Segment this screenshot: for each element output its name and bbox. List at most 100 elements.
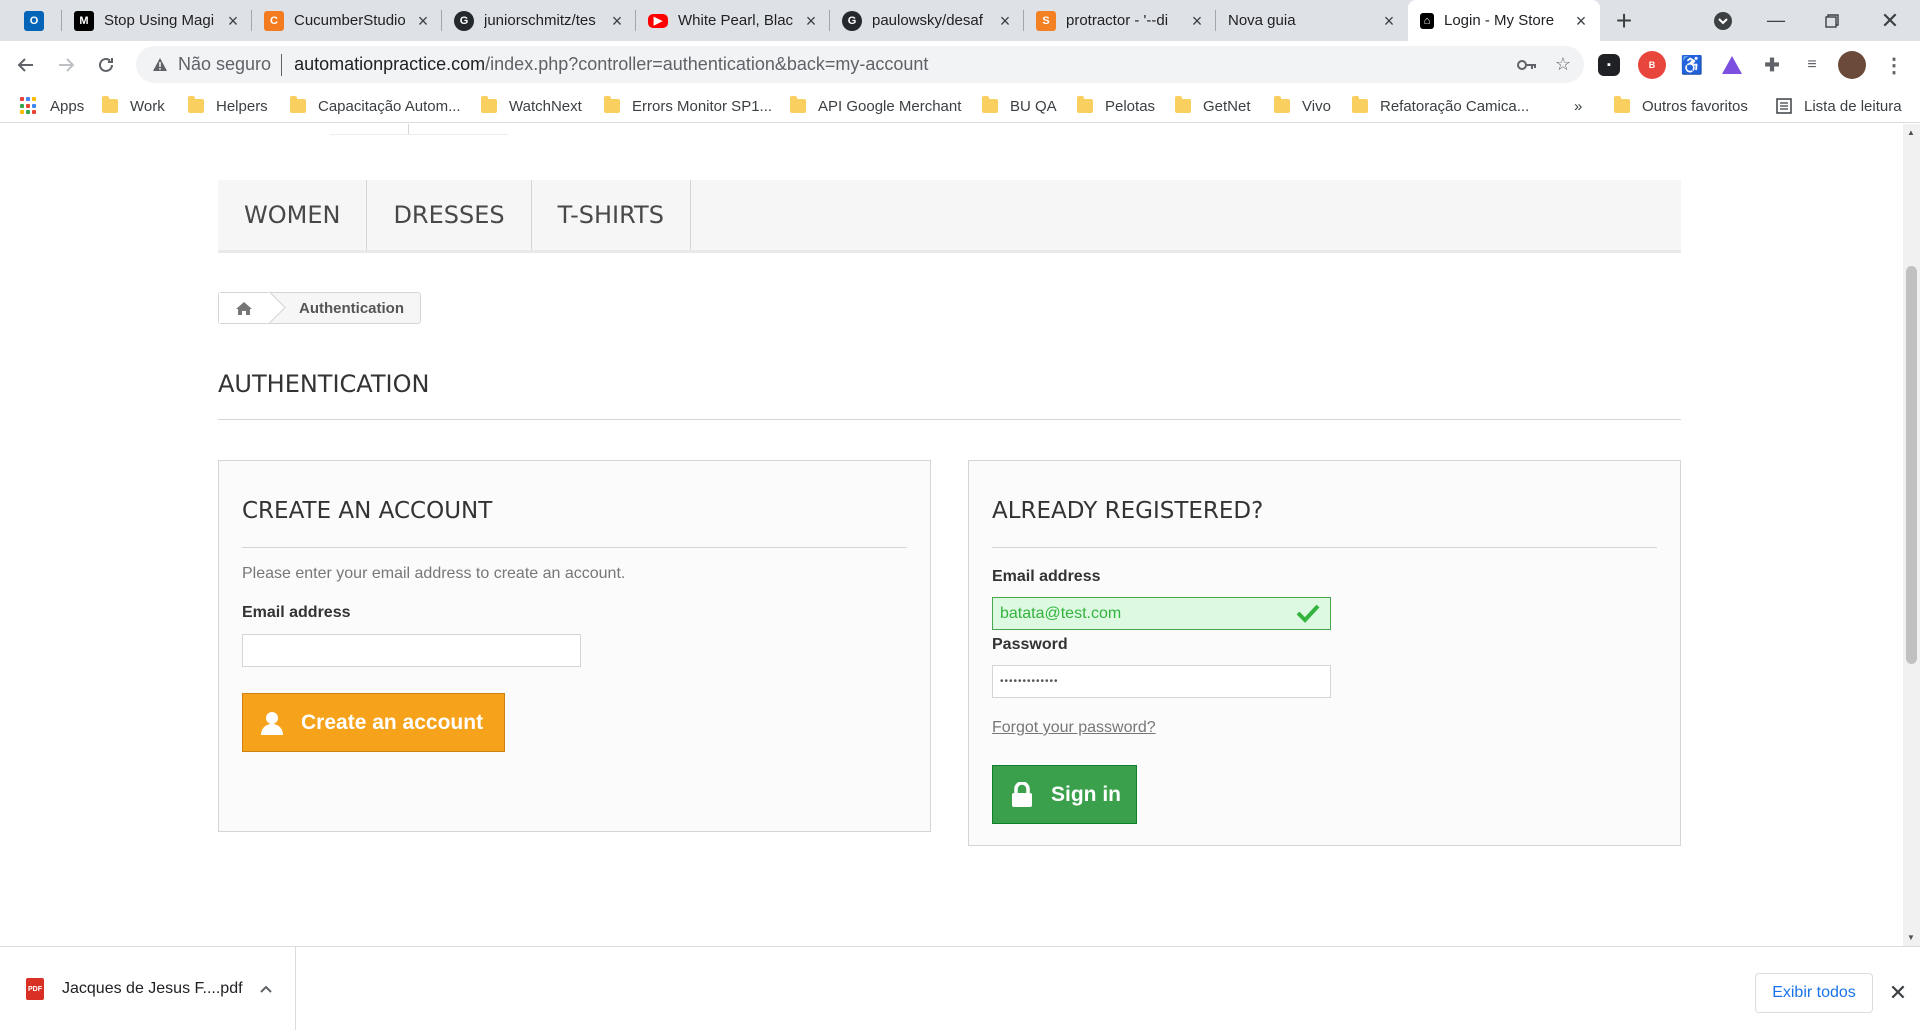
arrow-right-icon (59, 58, 75, 72)
folder-icon (1077, 96, 1093, 113)
create-account-button-label: Create an account (301, 710, 484, 734)
extension-badge-icon[interactable]: B (1638, 51, 1666, 79)
tab-outlook[interactable]: O (12, 0, 62, 41)
media-control-icon[interactable]: ≡ (1798, 51, 1826, 79)
bookmark-folder[interactable]: Pelotas (1077, 94, 1155, 118)
scroll-down-arrow[interactable]: ▼ (1907, 933, 1915, 942)
back-button[interactable] (8, 47, 44, 83)
profile-avatar[interactable] (1838, 51, 1866, 79)
url-text[interactable]: automationpractice.com/index.php?control… (294, 54, 1512, 75)
bookmark-label: Pelotas (1105, 97, 1156, 115)
close-icon[interactable]: × (996, 12, 1014, 30)
chevron-down-icon (1714, 11, 1732, 30)
forgot-password-link[interactable]: Forgot your password? (992, 719, 1156, 737)
apps-grid-icon (20, 97, 38, 115)
page-scrollbar[interactable]: ▲ ▼ (1903, 124, 1920, 946)
tab-github-junior[interactable]: G juniorschmitz/tes × (442, 0, 636, 41)
download-item[interactable]: PDF Jacques de Jesus F....pdf (0, 947, 296, 1030)
bookmark-label: Apps (50, 97, 85, 115)
menu-item-women[interactable]: Women (218, 180, 368, 250)
main-menu: Women Dresses T-shirts (218, 180, 1681, 253)
email-label: Email address (242, 604, 351, 621)
create-account-hint: Please enter your email address to creat… (242, 565, 626, 582)
close-icon[interactable]: × (224, 12, 242, 30)
new-tab-button[interactable]: + (1606, 0, 1642, 41)
tab-stackoverflow[interactable]: S protractor - '--di × (1024, 0, 1216, 41)
bookmark-label: BU QA (1010, 97, 1057, 115)
github-icon: G (842, 10, 862, 31)
extension-tab-manager-icon[interactable]: ▪ (1598, 54, 1620, 76)
menu-item-dresses[interactable]: Dresses (367, 180, 532, 250)
folder-icon (290, 96, 306, 113)
tab-login-my-store[interactable]: ⌂ Login - My Store × (1408, 0, 1600, 41)
bookmark-folder[interactable]: WatchNext (481, 94, 582, 118)
create-account-email-input[interactable] (242, 634, 581, 667)
bookmark-folder[interactable]: GetNet (1175, 94, 1251, 118)
breadcrumb-current: Authentication (299, 299, 404, 317)
scrollbar-thumb[interactable] (1906, 266, 1917, 664)
lock-icon (993, 766, 1051, 823)
folder-icon (102, 96, 118, 113)
address-bar[interactable]: Não seguro automationpractice.com/index.… (136, 46, 1584, 83)
close-download-bar-button[interactable]: ✕ (1886, 980, 1910, 1005)
bookmark-folder[interactable]: Refatoração Camica... (1352, 94, 1529, 118)
create-account-heading: CREATE AN ACCOUNT (242, 498, 907, 548)
chrome-menu-icon[interactable]: ⋮ (1880, 51, 1908, 79)
bookmark-folder[interactable]: Work (102, 94, 165, 118)
extension-triangle-icon[interactable] (1718, 51, 1746, 79)
bookmark-folder[interactable]: BU QA (982, 94, 1057, 118)
tab-new-tab[interactable]: Nova guia × (1216, 0, 1408, 41)
forward-button[interactable] (48, 47, 84, 83)
login-password-input[interactable]: ••••••••••••• (992, 665, 1331, 698)
create-account-button[interactable]: Create an account (242, 693, 505, 752)
close-icon[interactable]: × (1572, 12, 1590, 30)
bookmarks-overflow-button[interactable]: » (1574, 94, 1582, 118)
bookmark-folder[interactable]: API Google Merchant (790, 94, 961, 118)
security-label[interactable]: Não seguro (178, 54, 271, 75)
arrow-left-icon (17, 58, 33, 72)
bookmark-folder[interactable]: Helpers (188, 94, 268, 118)
folder-icon (481, 96, 497, 113)
tab-title: protractor - '--di (1066, 12, 1169, 29)
mystore-icon: ⌂ (1420, 12, 1434, 29)
reading-list-button[interactable]: Lista de leitura (1776, 94, 1902, 118)
bookmark-folder[interactable]: Errors Monitor SP1... (604, 94, 772, 118)
tab-medium[interactable]: M Stop Using Magi × (62, 0, 252, 41)
close-icon[interactable]: × (1380, 12, 1398, 30)
bookmark-label: Capacitação Autom... (318, 97, 461, 115)
restore-button[interactable] (1812, 0, 1852, 41)
breadcrumb-home[interactable] (219, 293, 269, 323)
warning-icon[interactable] (152, 57, 168, 72)
bookmark-folder[interactable]: Vivo (1274, 94, 1331, 118)
chevron-up-icon[interactable] (259, 984, 273, 994)
key-icon[interactable] (1512, 50, 1542, 80)
reload-button[interactable] (88, 47, 124, 83)
tab-github-paulowsky[interactable]: G paulowsky/desaf × (830, 0, 1024, 41)
show-all-downloads-button[interactable]: Exibir todos (1755, 973, 1873, 1013)
minimize-button[interactable]: — (1756, 0, 1796, 41)
bookmark-folder[interactable]: Capacitação Autom... (290, 94, 461, 118)
scroll-up-arrow[interactable]: ▲ (1907, 128, 1915, 137)
url-domain: automationpractice.com (294, 54, 486, 74)
sign-in-button[interactable]: Sign in (992, 765, 1137, 824)
tab-search-button[interactable] (1708, 0, 1738, 41)
bookmark-label: API Google Merchant (818, 97, 962, 115)
close-icon[interactable]: × (608, 12, 626, 30)
tab-youtube[interactable]: ▶ White Pearl, Blac × (636, 0, 830, 41)
bookmark-label: GetNet (1203, 97, 1251, 115)
star-icon[interactable]: ☆ (1548, 50, 1578, 80)
tab-cucumberstudio[interactable]: C CucumberStudio × (252, 0, 442, 41)
login-email-input[interactable]: batata@test.com (992, 597, 1331, 630)
close-icon[interactable]: × (1188, 12, 1206, 30)
tab-title: Login - My Store (1444, 12, 1555, 29)
bookmark-other-favorites[interactable]: Outros favoritos (1614, 94, 1748, 118)
bookmark-apps[interactable]: Apps (20, 94, 84, 118)
close-icon[interactable]: × (802, 12, 820, 30)
close-window-button[interactable]: ✕ (1870, 0, 1910, 41)
menu-item-tshirts[interactable]: T-shirts (532, 180, 691, 250)
folder-icon (982, 96, 998, 113)
close-icon[interactable]: × (414, 12, 432, 30)
extension-accessibility-icon[interactable]: ♿ (1678, 51, 1706, 79)
page-content: Women Dresses T-shirts Authentication Au… (0, 124, 1903, 946)
extensions-puzzle-icon[interactable]: ✚ (1758, 51, 1786, 79)
